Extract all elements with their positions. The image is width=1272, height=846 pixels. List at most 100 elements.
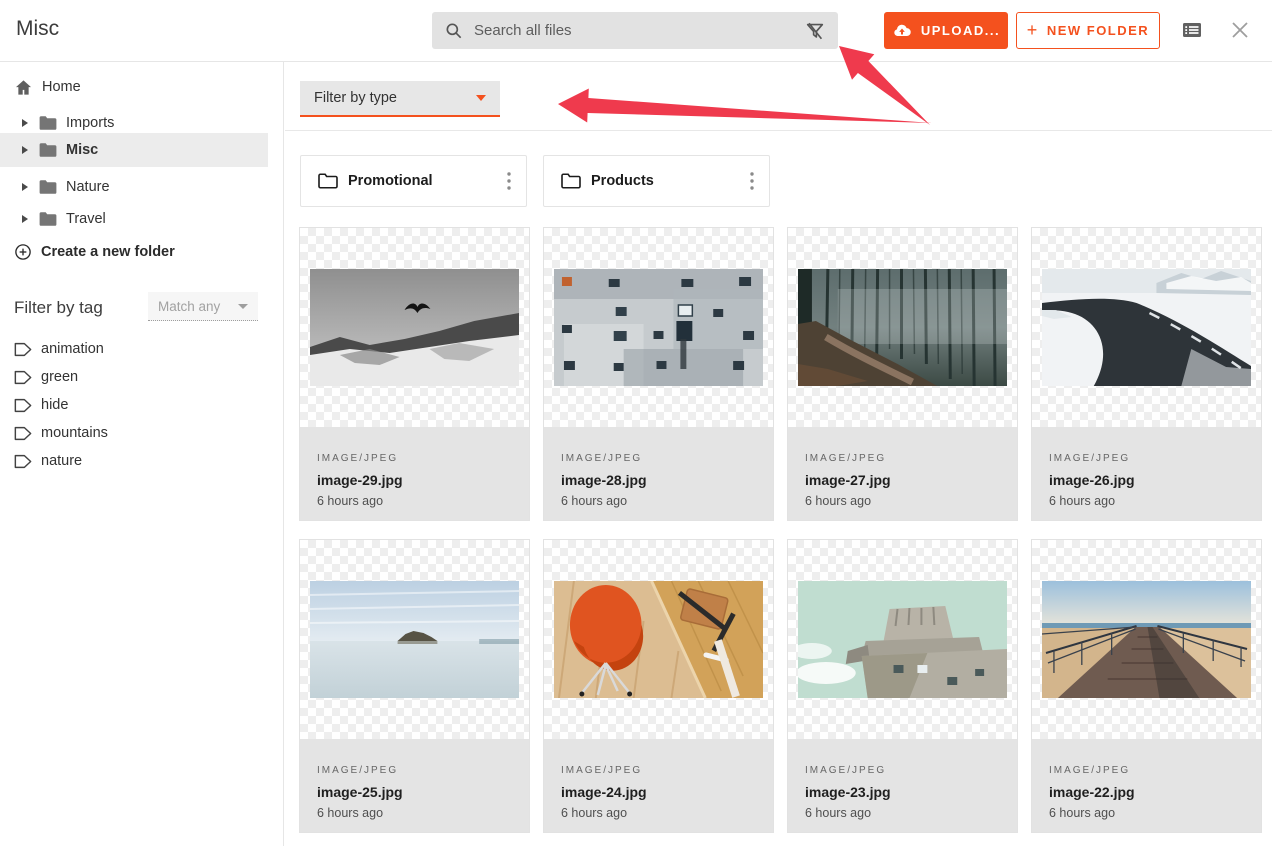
file-type: IMAGE/JPEG <box>561 453 756 464</box>
chevron-down-icon <box>476 95 486 101</box>
folder-icon <box>38 179 58 195</box>
tag-label: mountains <box>41 425 108 441</box>
file-name: image-27.jpg <box>805 472 1000 488</box>
tag-label: hide <box>41 397 68 413</box>
file-type: IMAGE/JPEG <box>805 765 1000 776</box>
filter-by-type-select[interactable]: Filter by type <box>300 81 500 117</box>
file-card-image-22[interactable]: IMAGE/JPEG image-22.jpg 6 hours ago <box>1031 539 1262 833</box>
new-folder-label: NEW FOLDER <box>1047 23 1149 38</box>
upload-button[interactable]: UPLOAD... <box>884 12 1008 49</box>
file-thumbnail <box>788 540 1017 739</box>
chevron-right-icon[interactable] <box>22 183 28 191</box>
filter-by-type-label: Filter by type <box>314 90 476 106</box>
sidebar-item-misc[interactable]: Misc <box>0 133 268 167</box>
thumbnail-mountain-bird <box>310 269 519 386</box>
sidebar-item-label: Travel <box>66 211 106 227</box>
folder-card-name: Promotional <box>348 173 496 189</box>
filter-bar: Filter by type <box>285 61 1272 131</box>
file-name: image-25.jpg <box>317 784 512 800</box>
tag-item-hide[interactable]: hide <box>14 396 68 414</box>
file-thumbnail <box>544 228 773 427</box>
folder-outline-icon <box>317 172 339 190</box>
folder-card-promotional[interactable]: Promotional <box>300 155 527 207</box>
filter-off-icon[interactable] <box>804 20 826 42</box>
sidebar-item-nature[interactable]: Nature <box>0 171 268 202</box>
file-name: image-23.jpg <box>805 784 1000 800</box>
media-library-app: Misc Search all files UPLOAD... + NEW FO… <box>0 0 1272 846</box>
chevron-right-icon[interactable] <box>22 119 28 127</box>
folder-card-products[interactable]: Products <box>543 155 770 207</box>
folder-card-name: Products <box>591 173 739 189</box>
thumbnail-foggy-forest <box>798 269 1007 386</box>
file-type: IMAGE/JPEG <box>805 453 1000 464</box>
close-icon[interactable] <box>1228 18 1252 42</box>
file-meta: IMAGE/JPEG image-26.jpg 6 hours ago <box>1032 427 1261 520</box>
file-card-image-29[interactable]: IMAGE/JPEG image-29.jpg 6 hours ago <box>299 227 530 521</box>
thumbnail-sea-island <box>310 581 519 698</box>
tag-item-mountains[interactable]: mountains <box>14 424 108 442</box>
file-time: 6 hours ago <box>1049 806 1244 820</box>
file-type: IMAGE/JPEG <box>561 765 756 776</box>
file-time: 6 hours ago <box>317 806 512 820</box>
file-time: 6 hours ago <box>561 806 756 820</box>
sidebar-item-home[interactable]: Home <box>14 76 81 98</box>
file-name: image-24.jpg <box>561 784 756 800</box>
tag-icon <box>14 370 32 385</box>
thumbnail-snow-road <box>1042 269 1251 386</box>
tag-label: nature <box>41 453 82 469</box>
kebab-menu-icon[interactable] <box>739 168 765 194</box>
match-any-value: Match any <box>158 299 238 314</box>
tag-icon <box>14 454 32 469</box>
tag-item-animation[interactable]: animation <box>14 340 104 358</box>
tag-icon <box>14 342 32 357</box>
tag-label: animation <box>41 341 104 357</box>
folder-outline-icon <box>560 172 582 190</box>
file-type: IMAGE/JPEG <box>1049 453 1244 464</box>
tag-item-nature[interactable]: nature <box>14 452 82 470</box>
search-icon <box>444 21 464 41</box>
match-any-select[interactable]: Match any <box>148 292 258 321</box>
thumbnail-concrete-wall <box>554 269 763 386</box>
file-card-image-25[interactable]: IMAGE/JPEG image-25.jpg 6 hours ago <box>299 539 530 833</box>
file-meta: IMAGE/JPEG image-23.jpg 6 hours ago <box>788 739 1017 832</box>
page-title: Misc <box>16 17 59 41</box>
file-card-image-27[interactable]: IMAGE/JPEG image-27.jpg 6 hours ago <box>787 227 1018 521</box>
header: Misc Search all files UPLOAD... + NEW FO… <box>0 0 1272 62</box>
tag-item-green[interactable]: green <box>14 368 78 386</box>
plus-icon: + <box>1027 20 1039 41</box>
kebab-menu-icon[interactable] <box>496 168 522 194</box>
file-time: 6 hours ago <box>1049 494 1244 508</box>
chevron-down-icon <box>238 304 248 309</box>
chevron-right-icon[interactable] <box>22 146 28 154</box>
sidebar-item-travel[interactable]: Travel <box>0 203 268 234</box>
upload-label: UPLOAD... <box>921 23 1000 38</box>
new-folder-button[interactable]: + NEW FOLDER <box>1016 12 1160 49</box>
file-thumbnail <box>788 228 1017 427</box>
search-input[interactable]: Search all files <box>432 12 838 49</box>
folder-icon <box>38 115 58 131</box>
file-card-image-26[interactable]: IMAGE/JPEG image-26.jpg 6 hours ago <box>1031 227 1262 521</box>
file-meta: IMAGE/JPEG image-25.jpg 6 hours ago <box>300 739 529 832</box>
file-type: IMAGE/JPEG <box>317 453 512 464</box>
filter-by-tag-heading: Filter by tag <box>14 298 103 318</box>
file-meta: IMAGE/JPEG image-28.jpg 6 hours ago <box>544 427 773 520</box>
sidebar-item-label: Imports <box>66 115 114 131</box>
list-view-icon[interactable] <box>1180 18 1204 42</box>
file-time: 6 hours ago <box>805 806 1000 820</box>
file-time: 6 hours ago <box>561 494 756 508</box>
create-new-folder-button[interactable]: Create a new folder <box>14 241 175 263</box>
file-name: image-26.jpg <box>1049 472 1244 488</box>
sidebar-item-label: Nature <box>66 179 110 195</box>
file-meta: IMAGE/JPEG image-27.jpg 6 hours ago <box>788 427 1017 520</box>
chevron-right-icon[interactable] <box>22 215 28 223</box>
file-card-image-28[interactable]: IMAGE/JPEG image-28.jpg 6 hours ago <box>543 227 774 521</box>
tag-label: green <box>41 369 78 385</box>
search-placeholder: Search all files <box>474 22 804 39</box>
create-folder-label: Create a new folder <box>41 244 175 260</box>
file-meta: IMAGE/JPEG image-22.jpg 6 hours ago <box>1032 739 1261 832</box>
file-meta: IMAGE/JPEG image-29.jpg 6 hours ago <box>300 427 529 520</box>
file-card-image-23[interactable]: IMAGE/JPEG image-23.jpg 6 hours ago <box>787 539 1018 833</box>
thumbnail-beach-pier <box>1042 581 1251 698</box>
file-card-image-24[interactable]: IMAGE/JPEG image-24.jpg 6 hours ago <box>543 539 774 833</box>
file-thumbnail <box>544 540 773 739</box>
